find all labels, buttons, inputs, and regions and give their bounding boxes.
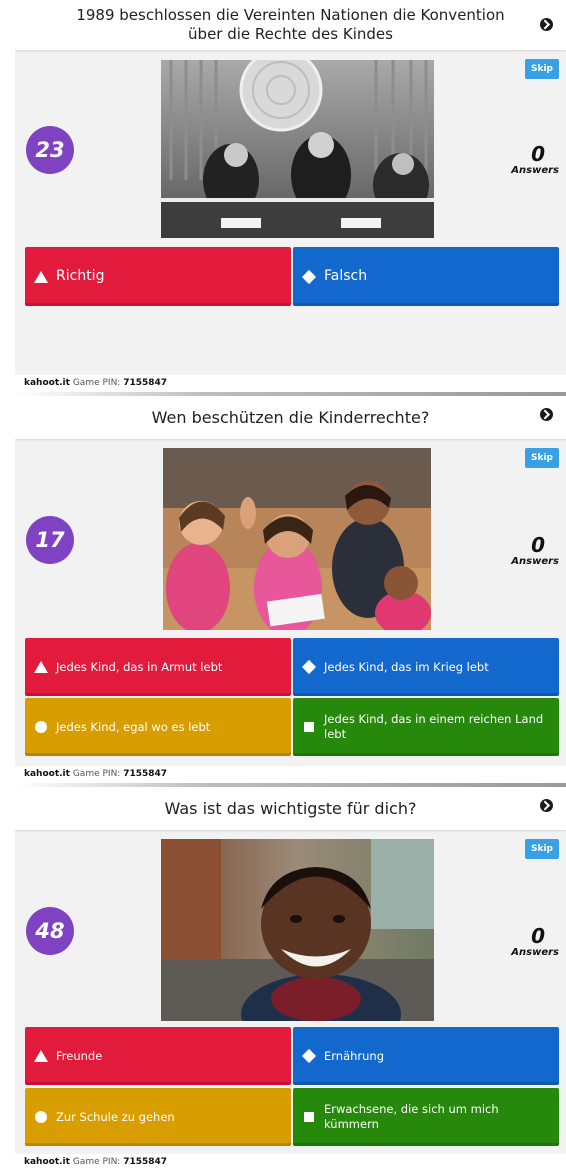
fullscreen-icon[interactable] xyxy=(540,799,553,812)
question-title: Was ist das wichtigste für dich? xyxy=(164,799,417,818)
skip-button[interactable]: Skip xyxy=(525,448,559,468)
game-pin: 7155847 xyxy=(123,378,168,388)
countdown-timer: 23 xyxy=(26,126,74,174)
answer-text: Richtig xyxy=(56,268,105,284)
answers-counter: 0 Answers xyxy=(499,143,559,176)
answers-counter: 0 Answers xyxy=(499,534,559,567)
answers-count: 0 xyxy=(531,142,545,166)
answer-option-square[interactable]: Erwachsene, die sich um mich kümmern xyxy=(293,1088,559,1146)
answer-option-square[interactable]: Jedes Kind, das in einem reichen Land le… xyxy=(293,698,559,756)
pin-label: Game PIN: xyxy=(72,1157,121,1167)
answer-option-triangle[interactable]: Richtig xyxy=(25,247,291,306)
countdown-timer: 17 xyxy=(26,516,74,564)
answers-count: 0 xyxy=(531,924,545,948)
game-pin-bar: kahoot.it Game PIN: 7155847 xyxy=(15,375,566,392)
skip-button[interactable]: Skip xyxy=(525,59,559,79)
question-panel-1: 1989 beschlossen die Vereinten Nationen … xyxy=(15,0,566,392)
question-panel-3: Was ist das wichtigste für dich? 48 Skip… xyxy=(15,787,566,1170)
pin-label: Game PIN: xyxy=(72,378,121,388)
countdown-timer: 48 xyxy=(26,907,74,955)
question-header: Was ist das wichtigste für dich? xyxy=(15,787,566,830)
question-panel-2: Wen beschützen die Kinderrechte? 17 Skip… xyxy=(15,396,566,783)
answers-label: Answers xyxy=(511,947,559,958)
answer-text: Erwachsene, die sich um mich kümmern xyxy=(324,1102,499,1131)
question-image xyxy=(161,60,434,238)
answers-count: 0 xyxy=(531,533,545,557)
answer-text: Ernährung xyxy=(324,1048,385,1063)
diamond-icon xyxy=(301,659,317,675)
question-title: Wen beschützen die Kinderrechte? xyxy=(151,408,430,427)
site-name: kahoot.it xyxy=(24,1157,70,1167)
answer-text: Falsch xyxy=(324,268,368,284)
square-icon xyxy=(302,720,316,734)
answers-label: Answers xyxy=(511,165,559,176)
answer-text: Jedes Kind, das im Krieg lebt xyxy=(324,659,489,674)
children-photo xyxy=(163,448,431,630)
triangle-icon xyxy=(34,1049,48,1063)
smiling-child-photo xyxy=(161,839,434,1021)
game-pin: 7155847 xyxy=(123,1157,168,1167)
game-pin: 7155847 xyxy=(123,769,168,779)
circle-icon xyxy=(34,1110,48,1124)
fullscreen-icon[interactable] xyxy=(540,18,553,31)
game-pin-bar: kahoot.it Game PIN: 7155847 xyxy=(15,766,566,783)
answer-text: Jedes Kind, das in einem reichen Land le… xyxy=(324,712,544,741)
diamond-icon xyxy=(301,1048,317,1064)
question-title: 1989 beschlossen die Vereinten Nationen … xyxy=(76,6,505,43)
answer-option-diamond[interactable]: Ernährung xyxy=(293,1027,559,1085)
answer-option-diamond[interactable]: Jedes Kind, das im Krieg lebt xyxy=(293,638,559,696)
skip-button[interactable]: Skip xyxy=(525,839,559,859)
un-press-photo xyxy=(161,60,434,238)
question-header: 1989 beschlossen die Vereinten Nationen … xyxy=(15,0,566,50)
answer-text: Jedes Kind, das in Armut lebt xyxy=(56,659,223,674)
circle-icon xyxy=(34,720,48,734)
answer-option-triangle[interactable]: Jedes Kind, das in Armut lebt xyxy=(25,638,291,696)
pin-label: Game PIN: xyxy=(72,769,121,779)
answers-counter: 0 Answers xyxy=(499,925,559,958)
answers-label: Answers xyxy=(511,556,559,567)
answer-text: Jedes Kind, egal wo es lebt xyxy=(56,719,211,734)
answer-text: Zur Schule zu gehen xyxy=(56,1109,175,1124)
answer-option-circle[interactable]: Zur Schule zu gehen xyxy=(25,1088,291,1146)
answer-option-triangle[interactable]: Freunde xyxy=(25,1027,291,1085)
triangle-icon xyxy=(34,270,48,284)
site-name: kahoot.it xyxy=(24,769,70,779)
triangle-icon xyxy=(34,660,48,674)
question-image xyxy=(163,448,431,630)
answer-option-circle[interactable]: Jedes Kind, egal wo es lebt xyxy=(25,698,291,756)
fullscreen-icon[interactable] xyxy=(540,408,553,421)
question-image xyxy=(161,839,434,1021)
site-name: kahoot.it xyxy=(24,378,70,388)
game-pin-bar: kahoot.it Game PIN: 7155847 xyxy=(15,1154,566,1170)
answer-text: Freunde xyxy=(56,1048,103,1063)
square-icon xyxy=(302,1110,316,1124)
diamond-icon xyxy=(301,269,317,284)
question-header: Wen beschützen die Kinderrechte? xyxy=(15,396,566,439)
answer-option-diamond[interactable]: Falsch xyxy=(293,247,559,306)
